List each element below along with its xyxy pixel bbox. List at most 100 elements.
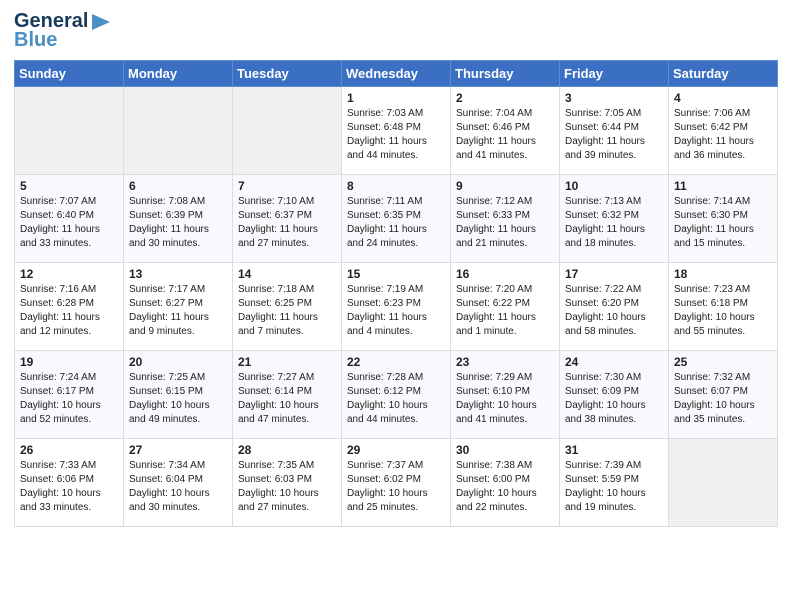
calendar-day-cell: 31 Sunrise: 7:39 AMSunset: 5:59 PMDayligh… bbox=[560, 439, 669, 527]
day-info: Sunrise: 7:34 AMSunset: 6:04 PMDaylight:… bbox=[129, 459, 227, 515]
weekday-header: Tuesday bbox=[233, 61, 342, 87]
calendar-day-cell: 10 Sunrise: 7:13 AMSunset: 6:32 PMDayligh… bbox=[560, 175, 669, 263]
day-number: 12 bbox=[20, 267, 118, 281]
calendar-day-cell bbox=[669, 439, 778, 527]
day-info: Sunrise: 7:14 AMSunset: 6:30 PMDaylight:… bbox=[674, 195, 772, 251]
day-number: 22 bbox=[347, 355, 445, 369]
day-info: Sunrise: 7:28 AMSunset: 6:12 PMDaylight:… bbox=[347, 371, 445, 427]
day-info: Sunrise: 7:29 AMSunset: 6:10 PMDaylight:… bbox=[456, 371, 554, 427]
weekday-header: Thursday bbox=[451, 61, 560, 87]
calendar-day-cell: 2 Sunrise: 7:04 AMSunset: 6:46 PMDaylight… bbox=[451, 87, 560, 175]
day-info: Sunrise: 7:17 AMSunset: 6:27 PMDaylight:… bbox=[129, 283, 227, 339]
calendar-day-cell: 16 Sunrise: 7:20 AMSunset: 6:22 PMDayligh… bbox=[451, 263, 560, 351]
calendar-week-row: 19 Sunrise: 7:24 AMSunset: 6:17 PMDayligh… bbox=[15, 351, 778, 439]
calendar-table: SundayMondayTuesdayWednesdayThursdayFrid… bbox=[14, 60, 778, 527]
day-number: 29 bbox=[347, 443, 445, 457]
calendar-day-cell: 17 Sunrise: 7:22 AMSunset: 6:20 PMDayligh… bbox=[560, 263, 669, 351]
calendar-week-row: 5Sunrise: 7:07 AMSunset: 6:40 PMDaylight… bbox=[15, 175, 778, 263]
day-number: 20 bbox=[129, 355, 227, 369]
calendar-week-row: 26 Sunrise: 7:33 AMSunset: 6:06 PMDayligh… bbox=[15, 439, 778, 527]
day-number: 28 bbox=[238, 443, 336, 457]
day-number: 5 bbox=[20, 179, 118, 193]
day-info: Sunrise: 7:32 AMSunset: 6:07 PMDaylight:… bbox=[674, 371, 772, 427]
calendar-day-cell: 7Sunrise: 7:10 AMSunset: 6:37 PMDaylight… bbox=[233, 175, 342, 263]
calendar-day-cell: 15 Sunrise: 7:19 AMSunset: 6:23 PMDayligh… bbox=[342, 263, 451, 351]
day-info: Sunrise: 7:08 AMSunset: 6:39 PMDaylight:… bbox=[129, 195, 227, 251]
day-info: Sunrise: 7:33 AMSunset: 6:06 PMDaylight:… bbox=[20, 459, 118, 515]
weekday-header: Sunday bbox=[15, 61, 124, 87]
calendar-day-cell bbox=[233, 87, 342, 175]
day-number: 31 bbox=[565, 443, 663, 457]
day-info: Sunrise: 7:20 AMSunset: 6:22 PMDaylight:… bbox=[456, 283, 554, 339]
day-number: 27 bbox=[129, 443, 227, 457]
calendar-header-row: SundayMondayTuesdayWednesdayThursdayFrid… bbox=[15, 61, 778, 87]
calendar-day-cell: 26 Sunrise: 7:33 AMSunset: 6:06 PMDayligh… bbox=[15, 439, 124, 527]
calendar-day-cell: 18Sunrise: 7:23 AMSunset: 6:18 PMDayligh… bbox=[669, 263, 778, 351]
day-number: 6 bbox=[129, 179, 227, 193]
day-info: Sunrise: 7:38 AMSunset: 6:00 PMDaylight:… bbox=[456, 459, 554, 515]
page-container: General Blue SundayMondayTuesdayWednesda… bbox=[0, 0, 792, 537]
day-number: 19 bbox=[20, 355, 118, 369]
calendar-day-cell bbox=[15, 87, 124, 175]
day-info: Sunrise: 7:24 AMSunset: 6:17 PMDaylight:… bbox=[20, 371, 118, 427]
calendar-day-cell: 20 Sunrise: 7:25 AMSunset: 6:15 PMDayligh… bbox=[124, 351, 233, 439]
calendar-day-cell: 28 Sunrise: 7:35 AMSunset: 6:03 PMDayligh… bbox=[233, 439, 342, 527]
day-number: 23 bbox=[456, 355, 554, 369]
calendar-day-cell: 5Sunrise: 7:07 AMSunset: 6:40 PMDaylight… bbox=[15, 175, 124, 263]
calendar-day-cell: 19 Sunrise: 7:24 AMSunset: 6:17 PMDayligh… bbox=[15, 351, 124, 439]
day-number: 26 bbox=[20, 443, 118, 457]
day-info: Sunrise: 7:13 AMSunset: 6:32 PMDaylight:… bbox=[565, 195, 663, 251]
calendar-day-cell: 9Sunrise: 7:12 AMSunset: 6:33 PMDaylight… bbox=[451, 175, 560, 263]
day-number: 10 bbox=[565, 179, 663, 193]
day-info: Sunrise: 7:12 AMSunset: 6:33 PMDaylight:… bbox=[456, 195, 554, 251]
logo: General Blue bbox=[14, 10, 112, 52]
day-number: 15 bbox=[347, 267, 445, 281]
logo-arrow-icon bbox=[90, 12, 112, 32]
calendar-day-cell: 11Sunrise: 7:14 AMSunset: 6:30 PMDayligh… bbox=[669, 175, 778, 263]
day-info: Sunrise: 7:30 AMSunset: 6:09 PMDaylight:… bbox=[565, 371, 663, 427]
day-info: Sunrise: 7:06 AMSunset: 6:42 PMDaylight:… bbox=[674, 107, 772, 163]
calendar-week-row: 1 Sunrise: 7:03 AMSunset: 6:48 PMDaylight… bbox=[15, 87, 778, 175]
day-number: 18 bbox=[674, 267, 772, 281]
calendar-day-cell: 8Sunrise: 7:11 AMSunset: 6:35 PMDaylight… bbox=[342, 175, 451, 263]
day-info: Sunrise: 7:39 AMSunset: 5:59 PMDaylight:… bbox=[565, 459, 663, 515]
calendar-day-cell bbox=[124, 87, 233, 175]
day-info: Sunrise: 7:19 AMSunset: 6:23 PMDaylight:… bbox=[347, 283, 445, 339]
calendar-day-cell: 4 Sunrise: 7:06 AMSunset: 6:42 PMDaylight… bbox=[669, 87, 778, 175]
day-info: Sunrise: 7:03 AMSunset: 6:48 PMDaylight:… bbox=[347, 107, 445, 163]
day-number: 4 bbox=[674, 91, 772, 105]
day-number: 2 bbox=[456, 91, 554, 105]
logo-blue: Blue bbox=[14, 29, 57, 52]
day-info: Sunrise: 7:22 AMSunset: 6:20 PMDaylight:… bbox=[565, 283, 663, 339]
day-number: 3 bbox=[565, 91, 663, 105]
calendar-day-cell: 24Sunrise: 7:30 AMSunset: 6:09 PMDayligh… bbox=[560, 351, 669, 439]
day-info: Sunrise: 7:37 AMSunset: 6:02 PMDaylight:… bbox=[347, 459, 445, 515]
day-info: Sunrise: 7:04 AMSunset: 6:46 PMDaylight:… bbox=[456, 107, 554, 163]
weekday-header: Friday bbox=[560, 61, 669, 87]
day-number: 1 bbox=[347, 91, 445, 105]
day-number: 17 bbox=[565, 267, 663, 281]
day-info: Sunrise: 7:25 AMSunset: 6:15 PMDaylight:… bbox=[129, 371, 227, 427]
calendar-day-cell: 14 Sunrise: 7:18 AMSunset: 6:25 PMDayligh… bbox=[233, 263, 342, 351]
calendar-day-cell: 29 Sunrise: 7:37 AMSunset: 6:02 PMDayligh… bbox=[342, 439, 451, 527]
calendar-day-cell: 23 Sunrise: 7:29 AMSunset: 6:10 PMDayligh… bbox=[451, 351, 560, 439]
calendar-day-cell: 22 Sunrise: 7:28 AMSunset: 6:12 PMDayligh… bbox=[342, 351, 451, 439]
calendar-day-cell: 6 Sunrise: 7:08 AMSunset: 6:39 PMDaylight… bbox=[124, 175, 233, 263]
calendar-day-cell: 1 Sunrise: 7:03 AMSunset: 6:48 PMDaylight… bbox=[342, 87, 451, 175]
calendar-day-cell: 21Sunrise: 7:27 AMSunset: 6:14 PMDayligh… bbox=[233, 351, 342, 439]
day-number: 14 bbox=[238, 267, 336, 281]
day-info: Sunrise: 7:35 AMSunset: 6:03 PMDaylight:… bbox=[238, 459, 336, 515]
calendar-day-cell: 3Sunrise: 7:05 AMSunset: 6:44 PMDaylight… bbox=[560, 87, 669, 175]
calendar-day-cell: 12Sunrise: 7:16 AMSunset: 6:28 PMDayligh… bbox=[15, 263, 124, 351]
calendar-week-row: 12Sunrise: 7:16 AMSunset: 6:28 PMDayligh… bbox=[15, 263, 778, 351]
weekday-header: Monday bbox=[124, 61, 233, 87]
calendar-day-cell: 13Sunrise: 7:17 AMSunset: 6:27 PMDayligh… bbox=[124, 263, 233, 351]
day-number: 21 bbox=[238, 355, 336, 369]
day-info: Sunrise: 7:18 AMSunset: 6:25 PMDaylight:… bbox=[238, 283, 336, 339]
calendar-day-cell: 27 Sunrise: 7:34 AMSunset: 6:04 PMDayligh… bbox=[124, 439, 233, 527]
day-number: 25 bbox=[674, 355, 772, 369]
calendar-day-cell: 25 Sunrise: 7:32 AMSunset: 6:07 PMDayligh… bbox=[669, 351, 778, 439]
day-number: 16 bbox=[456, 267, 554, 281]
header: General Blue bbox=[14, 10, 778, 52]
weekday-header: Saturday bbox=[669, 61, 778, 87]
